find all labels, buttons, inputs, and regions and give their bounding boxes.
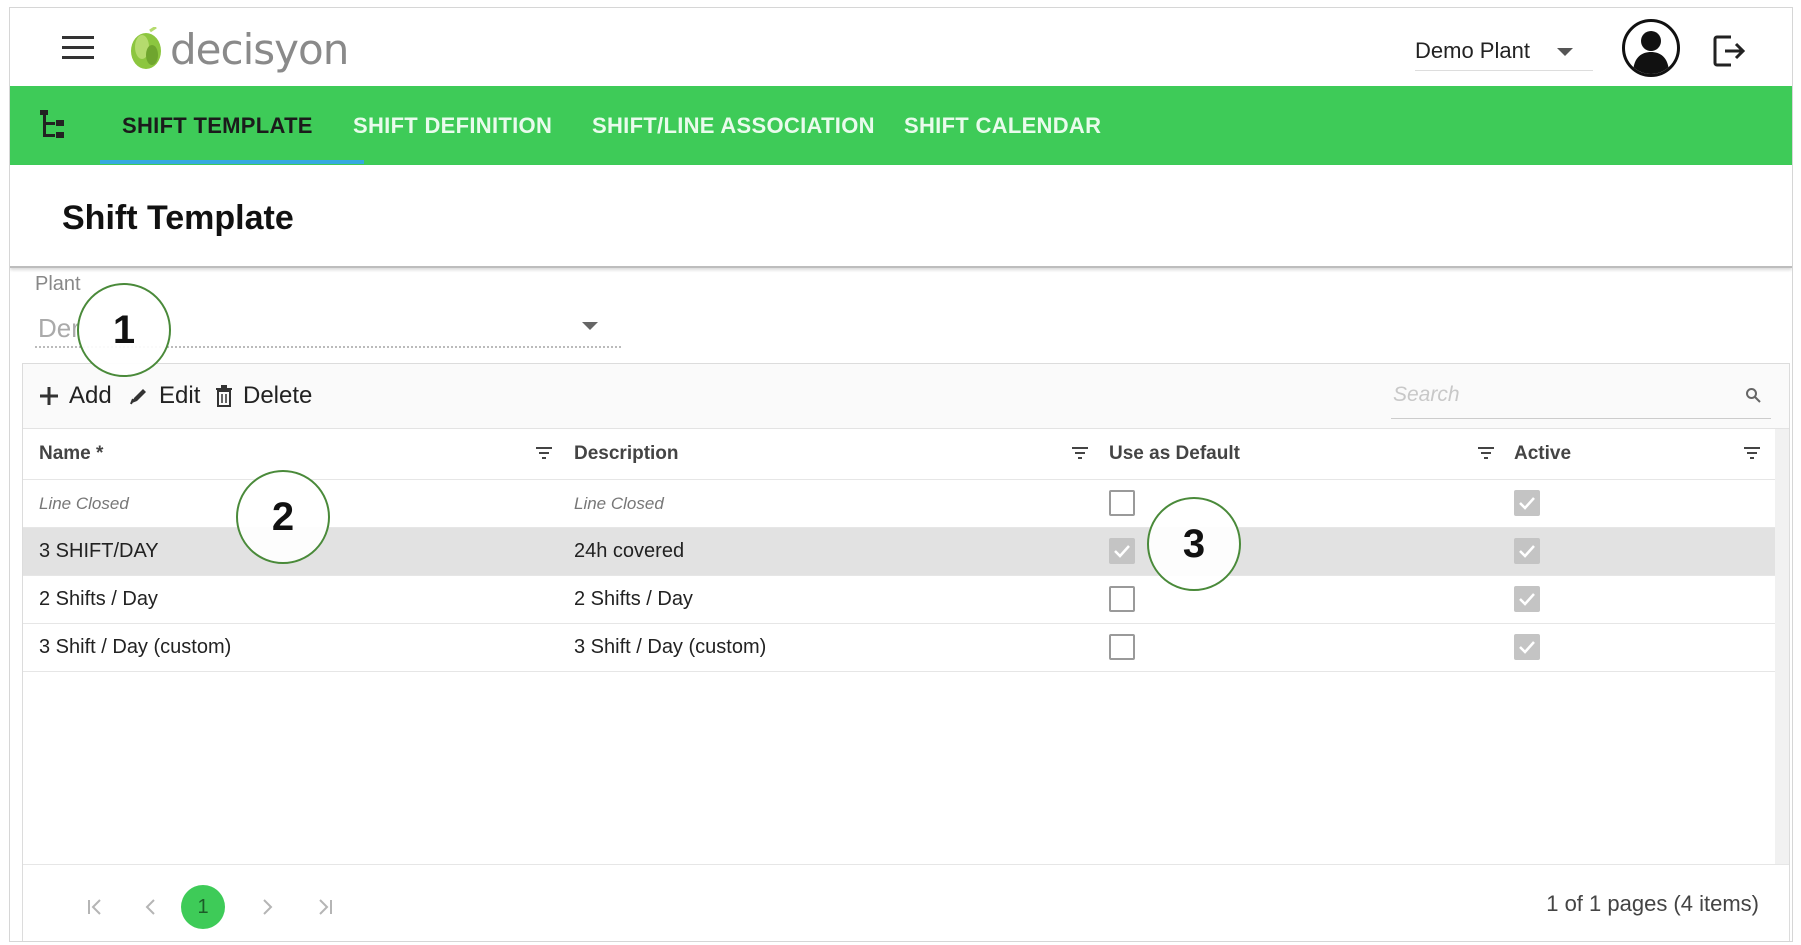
add-button-label: Add — [69, 382, 112, 409]
last-page-icon[interactable] — [305, 887, 345, 927]
checkmark-icon — [1519, 641, 1535, 654]
use-as-default-checkbox[interactable] — [1109, 586, 1135, 612]
cell-name: 2 Shifts / Day — [39, 588, 158, 610]
delete-button-label: Delete — [243, 382, 313, 409]
active-tab-indicator — [100, 160, 364, 164]
vertical-scrollbar[interactable] — [1775, 429, 1789, 864]
use-as-default-checkbox[interactable] — [1109, 490, 1135, 516]
logo: decisyon — [128, 24, 349, 74]
plant-selector-value: Demo Plant — [1415, 38, 1530, 63]
chevron-down-icon[interactable] — [582, 322, 598, 330]
checkmark-icon — [1114, 545, 1130, 558]
edit-button-label: Edit — [159, 382, 201, 409]
active-checkbox[interactable] — [1514, 538, 1540, 564]
decisyon-leaf-logo-icon — [131, 27, 161, 69]
pagination: 1 1 of 1 pages (4 items) — [23, 864, 1789, 941]
pagination-info: 1 of 1 pages (4 items) — [1546, 891, 1759, 916]
page-number-button[interactable]: 1 — [181, 885, 225, 929]
table-row[interactable]: 3 Shift / Day (custom) 3 Shift / Day (cu… — [23, 624, 1775, 672]
top-bar: decisyon Demo Plant — [10, 8, 1792, 86]
logo-text: decisyon — [170, 24, 349, 74]
page-header: Shift Template — [10, 165, 1792, 268]
tree-structure-icon[interactable] — [38, 108, 74, 142]
tab-shift-line-association[interactable]: SHIFT/LINE ASSOCIATION — [592, 86, 875, 165]
filter-icon[interactable] — [1477, 446, 1495, 460]
logout-icon[interactable] — [1711, 33, 1747, 69]
cell-name: 3 SHIFT/DAY — [39, 540, 159, 562]
plant-field-label: Plant — [35, 273, 81, 295]
plant-selector[interactable]: Demo Plant — [1415, 32, 1593, 71]
cell-description: Line Closed — [574, 493, 664, 513]
filter-icon[interactable] — [1743, 446, 1761, 460]
trash-icon — [216, 385, 232, 407]
plant-field-value[interactable]: Der — [38, 313, 80, 344]
user-avatar-icon[interactable] — [1622, 19, 1680, 77]
cell-description: 3 Shift / Day (custom) — [574, 636, 767, 658]
edit-button[interactable]: Edit — [129, 378, 200, 414]
cell-name: Line Closed — [39, 493, 129, 513]
use-as-default-checkbox[interactable] — [1109, 634, 1135, 660]
grid-toolbar: Add Edit Delete — [23, 364, 1789, 429]
column-header-description[interactable]: Description — [574, 429, 679, 479]
column-header-name[interactable]: Name * — [39, 429, 103, 479]
add-button[interactable]: Add — [39, 378, 112, 414]
callout-3: 3 — [1147, 497, 1241, 591]
next-page-icon[interactable] — [247, 887, 287, 927]
active-checkbox[interactable] — [1514, 586, 1540, 612]
filter-icon[interactable] — [1071, 446, 1089, 460]
use-as-default-checkbox[interactable] — [1109, 538, 1135, 564]
checkmark-icon — [1519, 593, 1535, 606]
app-window: decisyon Demo Plant SHIFT TEMPLATE SHIFT… — [9, 7, 1793, 942]
search-box — [1391, 374, 1771, 419]
main-nav: SHIFT TEMPLATE SHIFT DEFINITION SHIFT/LI… — [10, 86, 1792, 165]
cell-description: 24h covered — [574, 540, 685, 562]
plus-icon — [40, 387, 58, 405]
checkmark-icon — [1519, 545, 1535, 558]
tab-shift-definition[interactable]: SHIFT DEFINITION — [353, 86, 552, 165]
callout-1: 1 — [77, 283, 171, 377]
hamburger-menu-icon[interactable] — [62, 36, 94, 60]
tab-shift-calendar[interactable]: SHIFT CALENDAR — [904, 86, 1101, 165]
active-checkbox[interactable] — [1514, 634, 1540, 660]
checkmark-icon — [1519, 497, 1535, 510]
search-input[interactable] — [1391, 374, 1715, 416]
delete-button[interactable]: Delete — [215, 378, 312, 414]
cell-name: 3 Shift / Day (custom) — [39, 636, 232, 658]
filter-icon[interactable] — [535, 446, 553, 460]
chevron-down-icon — [1557, 48, 1573, 56]
first-page-icon[interactable] — [75, 887, 115, 927]
search-icon[interactable] — [1745, 387, 1761, 403]
column-header-active[interactable]: Active — [1514, 429, 1571, 479]
table-row[interactable]: 2 Shifts / Day 2 Shifts / Day — [23, 576, 1775, 624]
callout-2: 2 — [236, 470, 330, 564]
cell-description: 2 Shifts / Day — [574, 588, 693, 610]
column-header-use-as-default[interactable]: Use as Default — [1109, 429, 1240, 479]
active-checkbox[interactable] — [1514, 490, 1540, 516]
previous-page-icon[interactable] — [131, 887, 171, 927]
tab-shift-template[interactable]: SHIFT TEMPLATE — [122, 86, 313, 165]
page-title: Shift Template — [62, 199, 294, 237]
shift-template-grid: Add Edit Delete Search Name * Descriptio… — [22, 363, 1790, 941]
pencil-icon — [130, 389, 146, 405]
